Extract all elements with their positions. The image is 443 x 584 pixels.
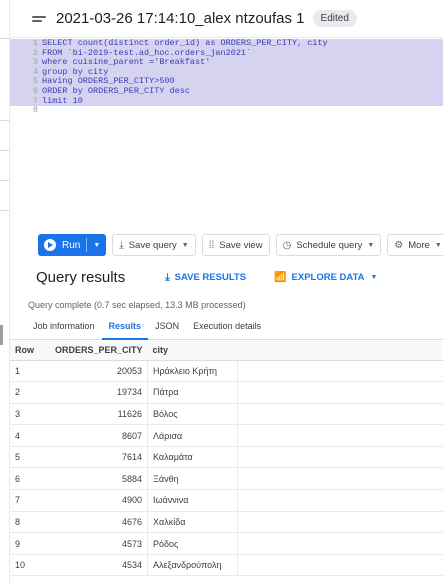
chevron-down-icon: ▼ (181, 241, 189, 249)
left-rail (0, 0, 10, 584)
code-text: limit 10 (42, 95, 83, 106)
orders-per-city-cell: 20053 (50, 360, 149, 383)
city-cell: Ξάνθη (147, 467, 239, 491)
row-number-cell: 9 (10, 532, 50, 555)
save-results-button[interactable]: ⤓ SAVE RESULTS (165, 272, 246, 283)
query-toolbar: Run ▼ ⤓ Save query ▼ ⁞⁞ Save view ◷ Sche… (10, 230, 443, 260)
results-table: Row ORDERS_PER_CITY city 1 20053 Ηράκλειο … (10, 341, 443, 577)
orders-per-city-cell: 11626 (50, 403, 149, 426)
query-icon (32, 12, 48, 26)
rail-divider (0, 120, 10, 121)
schedule-query-button[interactable]: ◷ Schedule query ▼ (275, 234, 382, 256)
play-icon (44, 239, 56, 251)
chart-icon: 📶 (274, 271, 287, 283)
run-label: Run (62, 239, 81, 251)
column-header-orders-per-city[interactable]: ORDERS_PER_CITY (50, 341, 148, 361)
city-cell: Ιωάννινα (147, 489, 239, 512)
download-icon: ⤓ (165, 271, 170, 283)
tab-json[interactable]: JSON (148, 316, 186, 340)
download-icon: ⤓ (119, 239, 124, 251)
table-row[interactable]: 5 7614 Καλαμάτα (10, 446, 443, 469)
orders-per-city-cell: 19734 (50, 381, 149, 404)
city-cell: Ηράκλειο Κρήτη (147, 360, 239, 383)
row-number-cell: 8 (10, 511, 50, 534)
editor-line[interactable]: 7 limit 10 (10, 95, 443, 107)
gear-icon: ⚙ (394, 239, 404, 251)
sql-editor[interactable]: 1 SELECT count(distinct order_id) as ORDE… (10, 38, 443, 229)
editor-line[interactable]: 8 (10, 106, 443, 116)
rail-handle[interactable] (0, 325, 3, 345)
table-header-row: Row ORDERS_PER_CITY city (10, 341, 443, 361)
row-number-cell: 1 (10, 360, 50, 383)
query-titlebar: 2021-03-26 17:14:10_alex ntzoufas 1 Edit… (10, 0, 443, 38)
more-button[interactable]: ⚙ More ▼ (387, 234, 443, 256)
table-row[interactable]: 2 19734 Πάτρα (10, 381, 443, 404)
city-cell: Αλεξανδρούπολη (147, 554, 239, 577)
rail-divider (0, 180, 10, 181)
rail-divider (0, 38, 10, 39)
orders-per-city-cell: 8607 (50, 424, 149, 447)
chevron-down-icon: ▼ (367, 241, 375, 249)
row-number-cell: 5 (10, 446, 50, 469)
tab-results[interactable]: Results (101, 316, 149, 340)
chevron-down-icon: ▼ (434, 241, 442, 249)
city-cell: Χαλκίδα (147, 511, 239, 534)
results-tabs: Job information Results JSON Execution deta… (10, 316, 443, 340)
city-cell: Ρόδος (147, 532, 239, 555)
results-title: Query results (36, 268, 126, 286)
tab-job-information[interactable]: Job information (26, 316, 102, 340)
orders-per-city-cell: 4573 (50, 532, 149, 555)
orders-per-city-cell: 7614 (50, 446, 149, 469)
tab-execution-details[interactable]: Execution details (186, 316, 268, 340)
table-row[interactable]: 10 4534 Αλεξανδρούπολη (10, 554, 443, 577)
row-number-cell: 7 (10, 489, 50, 512)
table-row[interactable]: 1 20053 Ηράκλειο Κρήτη (10, 360, 443, 383)
rail-divider (0, 210, 10, 211)
city-cell: Βόλος (147, 403, 239, 426)
table-row[interactable]: 7 4900 Ιωάννινα (10, 489, 443, 512)
save-query-button[interactable]: ⤓ Save query ▼ (112, 234, 196, 256)
orders-per-city-cell: 4676 (50, 511, 149, 534)
table-row[interactable]: 8 4676 Χαλκίδα (10, 511, 443, 534)
row-number-cell: 4 (10, 424, 50, 447)
city-cell: Πάτρα (147, 381, 239, 404)
table-row[interactable]: 6 5884 Ξάνθη (10, 467, 443, 491)
query-title[interactable]: 2021-03-26 17:14:10_alex ntzoufas 1 (56, 10, 305, 27)
rail-divider (0, 150, 10, 151)
run-button[interactable]: Run ▼ (38, 234, 107, 256)
row-number-cell: 2 (10, 381, 50, 404)
column-header-row[interactable]: Row (10, 341, 50, 361)
table-row[interactable]: 9 4573 Ρόδος (10, 532, 443, 555)
row-number-cell: 3 (10, 403, 50, 426)
table-row[interactable]: 3 11626 Βόλος (10, 403, 443, 426)
line-number: 8 (32, 105, 38, 116)
edited-badge: Edited (312, 10, 357, 27)
city-cell: Καλαμάτα (147, 446, 239, 469)
column-header-city[interactable]: city (147, 341, 238, 361)
row-number-cell: 10 (10, 554, 50, 577)
row-number-cell: 6 (10, 467, 50, 491)
clock-icon: ◷ (282, 239, 292, 251)
explore-data-button[interactable]: 📶 EXPLORE DATA ▼ (274, 272, 377, 283)
chevron-down-icon: ▼ (370, 273, 378, 281)
results-header: Query results ⤓ SAVE RESULTS 📶 EXPLORE D… (10, 260, 443, 294)
orders-per-city-cell: 4900 (50, 489, 149, 512)
city-cell: Λάρισα (147, 424, 239, 447)
chevron-down-icon[interactable]: ▼ (93, 242, 100, 249)
save-view-button[interactable]: ⁞⁞ Save view (201, 234, 270, 256)
query-status: Query complete (0.7 sec elapsed, 13.3 MB… (28, 300, 246, 310)
orders-per-city-cell: 5884 (50, 467, 149, 491)
table-row[interactable]: 4 8607 Λάρισα (10, 424, 443, 447)
orders-per-city-cell: 4534 (50, 554, 149, 577)
view-grid-icon: ⁞⁞ (208, 239, 215, 251)
